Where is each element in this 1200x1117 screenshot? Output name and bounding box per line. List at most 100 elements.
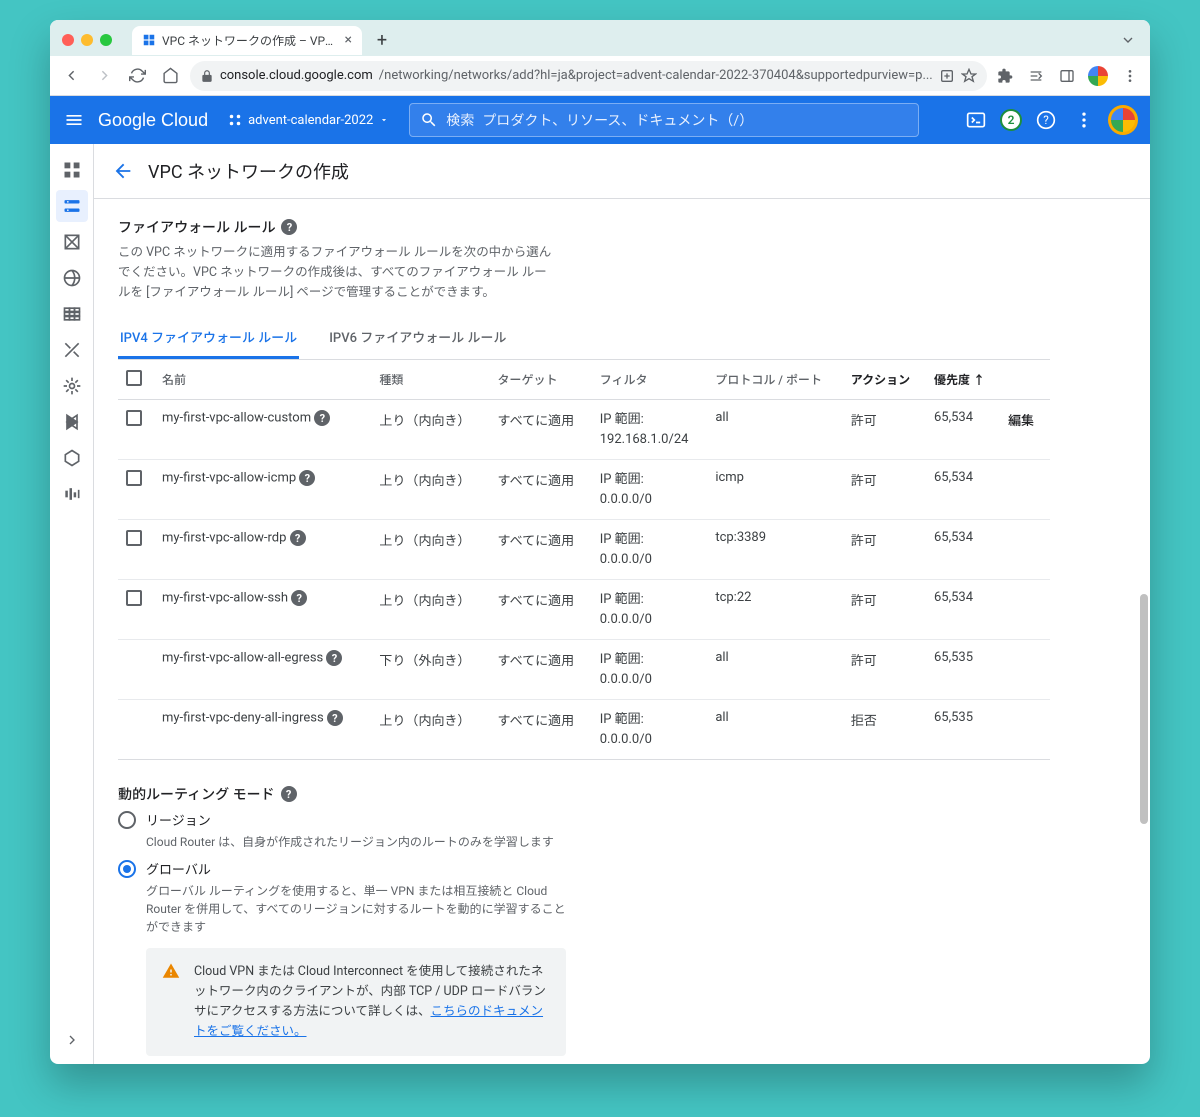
row-checkbox[interactable] <box>126 530 142 546</box>
help-icon[interactable]: ? <box>326 650 342 666</box>
url-bar[interactable]: console.cloud.google.com /networking/net… <box>190 61 987 91</box>
rule-name: my-first-vpc-allow-ssh <box>162 591 288 606</box>
help-icon[interactable]: ? <box>314 410 330 426</box>
window-close[interactable] <box>62 34 74 46</box>
rule-priority: 65,534 <box>926 580 1000 640</box>
bookmark-icon[interactable] <box>961 68 977 84</box>
th-type[interactable]: 種類 <box>371 360 489 400</box>
table-row: my-first-vpc-allow-ssh ?上り（内向き）すべてに適用IP … <box>118 580 1050 640</box>
browser-menu-icon[interactable] <box>1117 63 1142 89</box>
table-row: my-first-vpc-allow-icmp ?上り（内向き）すべてに適用IP… <box>118 460 1050 520</box>
window-minimize[interactable] <box>81 34 93 46</box>
window-controls <box>62 34 112 46</box>
rule-proto: all <box>707 640 842 700</box>
nav-menu-button[interactable] <box>62 108 86 132</box>
th-proto[interactable]: プロトコル / ポート <box>707 360 842 400</box>
sidebar-vpc-icon[interactable] <box>56 154 88 186</box>
row-checkbox[interactable] <box>126 470 142 486</box>
rule-target: すべてに適用 <box>490 580 592 640</box>
account-avatar[interactable] <box>1108 105 1138 135</box>
reading-list-icon[interactable] <box>1024 63 1049 89</box>
th-target[interactable]: ターゲット <box>490 360 592 400</box>
svg-text:?: ? <box>1043 113 1049 127</box>
help-icon[interactable]: ? <box>1032 106 1060 134</box>
tabs-expand-icon[interactable] <box>1120 32 1136 48</box>
sidebar-byoip-icon[interactable] <box>56 262 88 294</box>
table-row: my-first-vpc-deny-all-ingress ?上り（内向き）すべ… <box>118 700 1050 760</box>
notification-badge[interactable]: 2 <box>1000 109 1022 131</box>
rule-type: 上り（内向き） <box>371 400 489 460</box>
help-icon[interactable]: ? <box>281 219 297 235</box>
help-icon[interactable]: ? <box>327 710 343 726</box>
row-checkbox[interactable] <box>126 410 142 426</box>
url-host: console.cloud.google.com <box>220 68 373 83</box>
help-icon[interactable]: ? <box>281 786 297 802</box>
cloud-shell-icon[interactable] <box>962 106 990 134</box>
select-all-checkbox[interactable] <box>126 370 142 386</box>
th-filter[interactable]: フィルタ <box>592 360 708 400</box>
help-icon[interactable]: ? <box>291 590 307 606</box>
new-tab-button[interactable]: + <box>370 28 394 52</box>
th-priority[interactable]: 優先度↑ <box>926 360 1000 400</box>
share-icon[interactable] <box>939 68 955 84</box>
help-icon[interactable]: ? <box>299 470 315 486</box>
sidebar-routes-icon[interactable] <box>56 334 88 366</box>
rule-target: すべてに適用 <box>490 640 592 700</box>
home-button[interactable] <box>157 62 184 90</box>
rule-name: my-first-vpc-deny-all-ingress <box>162 711 324 726</box>
browser-tab[interactable]: VPC ネットワークの作成 – VPC … × <box>132 26 362 55</box>
rule-proto: all <box>707 700 842 760</box>
th-name[interactable]: 名前 <box>154 360 371 400</box>
row-checkbox[interactable] <box>126 590 142 606</box>
rule-proto: tcp:3389 <box>707 520 842 580</box>
rule-priority: 65,534 <box>926 520 1000 580</box>
sidebar-firewall-icon[interactable] <box>56 298 88 330</box>
edit-button[interactable]: 編集 <box>1008 414 1034 429</box>
radio-region-label: リージョン <box>146 810 211 829</box>
firewall-rules-table: 名前 種類 ターゲット フィルタ プロトコル / ポート アクション 優先度↑ … <box>118 360 1050 760</box>
tab-ipv6[interactable]: IPV6 ファイアウォール ルール <box>327 317 508 359</box>
forward-button[interactable] <box>91 62 118 90</box>
side-panel-icon[interactable] <box>1055 63 1080 89</box>
rule-target: すべてに適用 <box>490 460 592 520</box>
sidebar-peering-icon[interactable] <box>56 370 88 402</box>
url-path: /networking/networks/add?hl=ja&project=a… <box>379 68 933 83</box>
lock-icon <box>200 69 214 83</box>
sidebar-packet-icon[interactable] <box>56 478 88 510</box>
radio-global[interactable] <box>118 860 136 878</box>
window-maximize[interactable] <box>100 34 112 46</box>
browser-tab-bar: VPC ネットワークの作成 – VPC … × + <box>50 20 1150 56</box>
search-icon <box>420 111 438 129</box>
reload-button[interactable] <box>124 62 151 90</box>
sidebar-ip-icon[interactable] <box>56 226 88 258</box>
rule-action: 許可 <box>843 460 926 520</box>
project-picker[interactable]: advent-calendar-2022 <box>220 109 397 132</box>
profile-avatar[interactable] <box>1086 63 1111 89</box>
rule-target: すべてに適用 <box>490 400 592 460</box>
radio-region-desc: Cloud Router は、自身が作成されたリージョン内のルートのみを学習しま… <box>146 833 576 851</box>
back-arrow-button[interactable] <box>112 160 134 182</box>
scrollbar-thumb[interactable] <box>1140 594 1148 824</box>
tab-ipv4[interactable]: IPV4 ファイアウォール ルール <box>118 317 299 359</box>
rule-type: 上り（内向き） <box>371 580 489 640</box>
gcp-header: Google Cloud advent-calendar-2022 検索 プロダ… <box>50 96 1150 144</box>
gcp-logo[interactable]: Google Cloud <box>98 110 208 131</box>
back-button[interactable] <box>58 62 85 90</box>
sidebar-serverless-icon[interactable] <box>56 442 88 474</box>
th-action[interactable]: アクション <box>843 360 926 400</box>
rule-type: 上り（内向き） <box>371 520 489 580</box>
table-row: my-first-vpc-allow-all-egress ?下り（外向き）すべ… <box>118 640 1050 700</box>
search-bar[interactable]: 検索 プロダクト、リソース、ドキュメント（/） <box>409 103 919 137</box>
rule-target: すべてに適用 <box>490 520 592 580</box>
help-icon[interactable]: ? <box>290 530 306 546</box>
sidebar-networks-icon[interactable] <box>56 190 88 222</box>
rule-priority: 65,534 <box>926 400 1000 460</box>
radio-region[interactable] <box>118 811 136 829</box>
sidebar-expand-icon[interactable] <box>56 1024 88 1056</box>
rule-filter: IP 範囲:0.0.0.0/0 <box>592 700 708 760</box>
sidebar-shared-vpc-icon[interactable] <box>56 406 88 438</box>
rule-priority: 65,535 <box>926 700 1000 760</box>
extensions-icon[interactable] <box>993 63 1018 89</box>
more-menu-icon[interactable] <box>1070 106 1098 134</box>
tab-close-icon[interactable]: × <box>345 32 352 48</box>
